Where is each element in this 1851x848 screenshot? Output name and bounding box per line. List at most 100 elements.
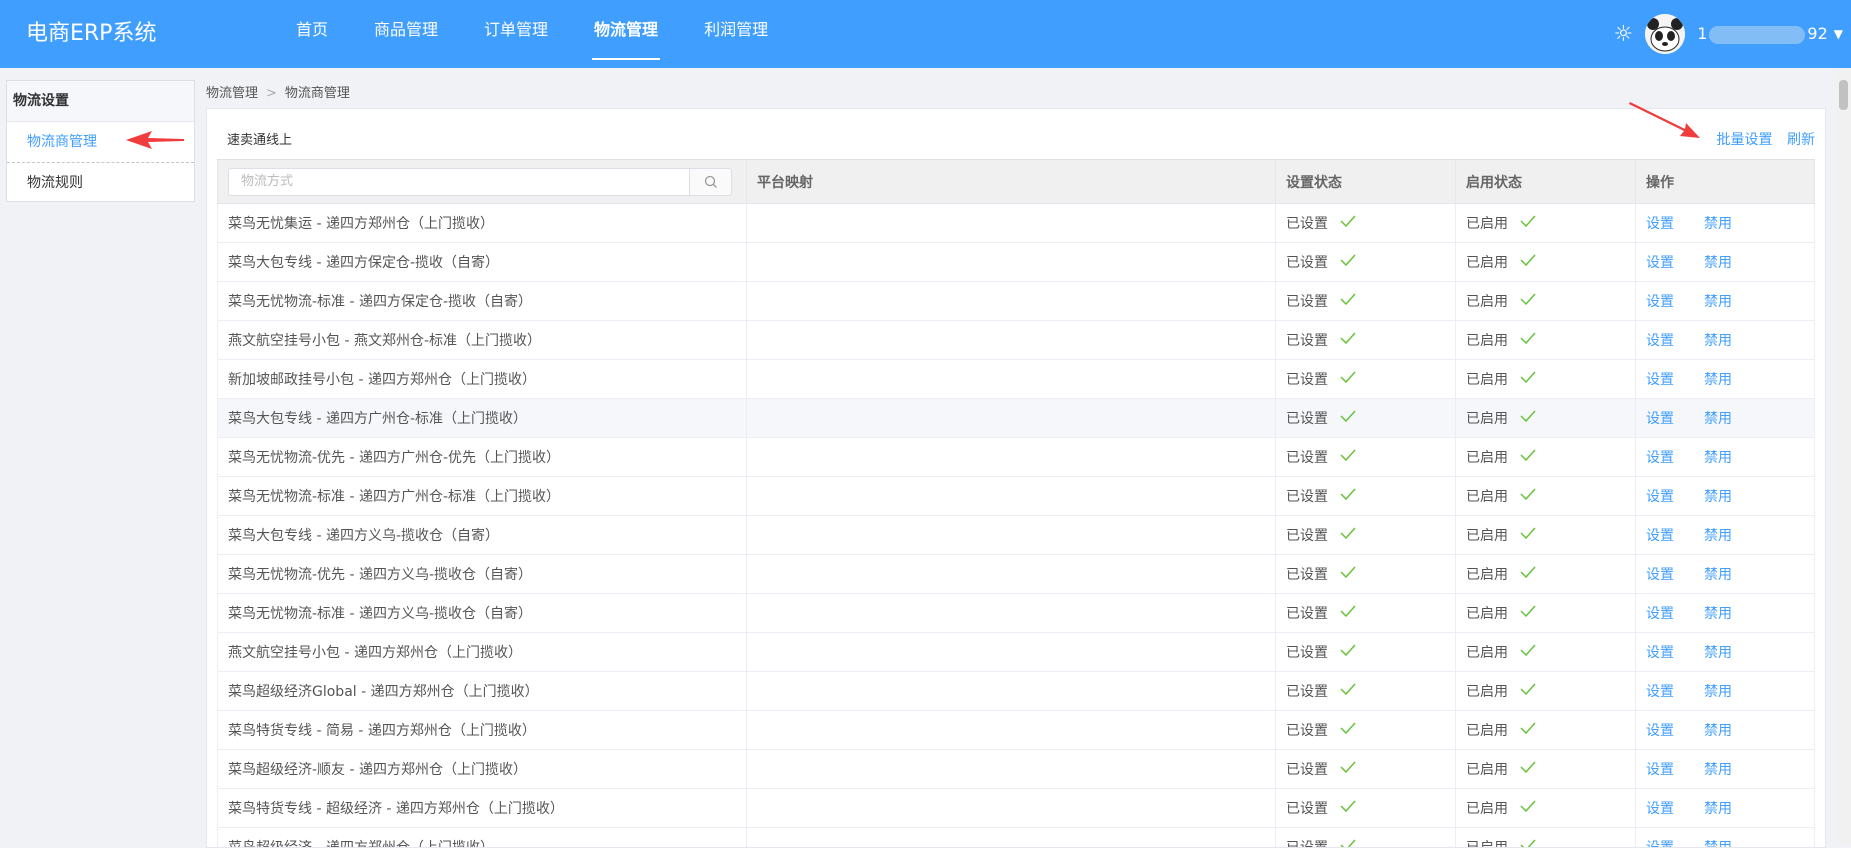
set-button[interactable]: 设置 bbox=[1646, 450, 1674, 466]
disable-button[interactable]: 禁用 bbox=[1704, 723, 1732, 739]
set-button[interactable]: 设置 bbox=[1646, 684, 1674, 700]
page-scrollbar[interactable] bbox=[1836, 68, 1851, 845]
disable-button[interactable]: 禁用 bbox=[1704, 450, 1732, 466]
set-status-cell: 已设置 bbox=[1276, 399, 1456, 438]
avatar[interactable] bbox=[1645, 14, 1685, 54]
disable-button[interactable]: 禁用 bbox=[1704, 645, 1732, 661]
carrier-name: 菜鸟无忧物流-标准 - 递四方保定仓-揽收（自寄） bbox=[228, 294, 532, 310]
platform-mapping-cell bbox=[747, 243, 1276, 282]
caret-down-icon[interactable]: ▼ bbox=[1834, 27, 1843, 41]
disable-button[interactable]: 禁用 bbox=[1704, 567, 1732, 583]
table-row[interactable]: 菜鸟大包专线 - 递四方保定仓-揽收（自寄）已设置已启用设置禁用 bbox=[218, 243, 1815, 282]
table-row[interactable]: 菜鸟无忧物流-优先 - 递四方广州仓-优先（上门揽收）已设置已启用设置禁用 bbox=[218, 438, 1815, 477]
table-row[interactable]: 菜鸟特货专线 - 超级经济 - 递四方郑州仓（上门揽收）已设置已启用设置禁用 bbox=[218, 789, 1815, 828]
disable-button[interactable]: 禁用 bbox=[1704, 333, 1732, 349]
table-row[interactable]: 菜鸟大包专线 - 递四方广州仓-标准（上门揽收）已设置已启用设置禁用 bbox=[218, 399, 1815, 438]
table-row[interactable]: 菜鸟无忧物流-标准 - 递四方广州仓-标准（上门揽收）已设置已启用设置禁用 bbox=[218, 477, 1815, 516]
set-button[interactable]: 设置 bbox=[1646, 333, 1674, 349]
disable-button[interactable]: 禁用 bbox=[1704, 489, 1732, 505]
disable-button[interactable]: 禁用 bbox=[1704, 411, 1732, 427]
disable-button[interactable]: 禁用 bbox=[1704, 294, 1732, 310]
check-icon bbox=[1340, 449, 1356, 465]
carrier-name-cell: 菜鸟无忧物流-标准 - 递四方广州仓-标准（上门揽收） bbox=[218, 477, 747, 516]
set-status-text: 已设置 bbox=[1286, 291, 1328, 311]
table-row[interactable]: 新加坡邮政挂号小包 - 递四方郑州仓（上门揽收）已设置已启用设置禁用 bbox=[218, 360, 1815, 399]
disable-button[interactable]: 禁用 bbox=[1704, 801, 1732, 817]
table-row[interactable]: 菜鸟无忧物流-标准 - 递四方保定仓-揽收（自寄）已设置已启用设置禁用 bbox=[218, 282, 1815, 321]
carrier-name-cell: 菜鸟大包专线 - 递四方广州仓-标准（上门揽收） bbox=[218, 399, 747, 438]
set-status-text: 已设置 bbox=[1286, 642, 1328, 662]
nav-item-profit[interactable]: 利润管理 bbox=[684, 0, 788, 68]
app-logo-title[interactable]: 电商ERP系统 bbox=[26, 18, 156, 50]
set-status-text: 已设置 bbox=[1286, 213, 1328, 233]
logistics-search-input[interactable] bbox=[228, 168, 690, 196]
table-row[interactable]: 菜鸟无忧物流-标准 - 递四方义乌-揽收仓（自寄）已设置已启用设置禁用 bbox=[218, 594, 1815, 633]
table-row[interactable]: 菜鸟大包专线 - 递四方义乌-揽收仓（自寄）已设置已启用设置禁用 bbox=[218, 516, 1815, 555]
table-row[interactable]: 菜鸟无忧物流-优先 - 递四方义乌-揽收仓（自寄）已设置已启用设置禁用 bbox=[218, 555, 1815, 594]
set-button[interactable]: 设置 bbox=[1646, 216, 1674, 232]
enable-status-cell: 已启用 bbox=[1456, 633, 1636, 672]
disable-button[interactable]: 禁用 bbox=[1704, 372, 1732, 388]
set-button[interactable]: 设置 bbox=[1646, 411, 1674, 427]
table-row[interactable]: 菜鸟超级经济Global - 递四方郑州仓（上门揽收）已设置已启用设置禁用 bbox=[218, 672, 1815, 711]
enable-status-cell: 已启用 bbox=[1456, 750, 1636, 789]
top-header: 电商ERP系统 首页 商品管理 订单管理 物流管理 利润管理 ☼ 192 ▼ bbox=[0, 0, 1851, 68]
set-status-text: 已设置 bbox=[1286, 603, 1328, 623]
disable-button[interactable]: 禁用 bbox=[1704, 840, 1732, 848]
scrollbar-thumb[interactable] bbox=[1839, 80, 1848, 110]
sidebar-item-carrier-management[interactable]: 物流商管理 bbox=[7, 122, 194, 163]
disable-button[interactable]: 禁用 bbox=[1704, 606, 1732, 622]
set-button[interactable]: 设置 bbox=[1646, 723, 1674, 739]
breadcrumb: 物流管理>物流商管理 bbox=[206, 82, 350, 101]
disable-button[interactable]: 禁用 bbox=[1704, 255, 1732, 271]
disable-button[interactable]: 禁用 bbox=[1704, 216, 1732, 232]
set-button[interactable]: 设置 bbox=[1646, 255, 1674, 271]
search-icon[interactable] bbox=[690, 168, 732, 196]
carrier-name-cell: 菜鸟无忧物流-优先 - 递四方广州仓-优先（上门揽收） bbox=[218, 438, 747, 477]
set-button[interactable]: 设置 bbox=[1646, 294, 1674, 310]
check-icon bbox=[1520, 488, 1536, 504]
column-header-mapping: 平台映射 bbox=[747, 160, 1276, 204]
table-row[interactable]: 燕文航空挂号小包 - 递四方郑州仓（上门揽收）已设置已启用设置禁用 bbox=[218, 633, 1815, 672]
check-icon bbox=[1520, 722, 1536, 738]
sidebar-item-logistics-rules[interactable]: 物流规则 bbox=[7, 163, 194, 203]
carrier-name-cell: 菜鸟特货专线 - 超级经济 - 递四方郑州仓（上门揽收） bbox=[218, 789, 747, 828]
table-row[interactable]: 菜鸟超级经济-顺友 - 递四方郑州仓（上门揽收）已设置已启用设置禁用 bbox=[218, 750, 1815, 789]
logistics-table: 平台映射 设置状态 启用状态 操作 菜鸟无忧集运 - 递四方郑州仓（上门揽收）已… bbox=[217, 159, 1815, 848]
carrier-name: 菜鸟无忧物流-优先 - 递四方义乌-揽收仓（自寄） bbox=[228, 567, 532, 583]
search-box bbox=[228, 168, 736, 196]
refresh-button[interactable]: 刷新 bbox=[1787, 132, 1815, 148]
disable-button[interactable]: 禁用 bbox=[1704, 762, 1732, 778]
set-button[interactable]: 设置 bbox=[1646, 372, 1674, 388]
set-button[interactable]: 设置 bbox=[1646, 840, 1674, 848]
column-header-set-status: 设置状态 bbox=[1276, 160, 1456, 204]
set-button[interactable]: 设置 bbox=[1646, 528, 1674, 544]
nav-item-logistics[interactable]: 物流管理 bbox=[574, 0, 678, 68]
nav-item-orders[interactable]: 订单管理 bbox=[464, 0, 568, 68]
table-row[interactable]: 菜鸟无忧集运 - 递四方郑州仓（上门揽收）已设置已启用设置禁用 bbox=[218, 204, 1815, 243]
set-button[interactable]: 设置 bbox=[1646, 801, 1674, 817]
batch-settings-button[interactable]: 批量设置 bbox=[1717, 132, 1773, 148]
platform-mapping-cell bbox=[747, 438, 1276, 477]
check-icon bbox=[1520, 215, 1536, 231]
set-button[interactable]: 设置 bbox=[1646, 606, 1674, 622]
carrier-name-cell: 菜鸟无忧物流-标准 - 递四方保定仓-揽收（自寄） bbox=[218, 282, 747, 321]
disable-button[interactable]: 禁用 bbox=[1704, 528, 1732, 544]
set-button[interactable]: 设置 bbox=[1646, 489, 1674, 505]
sun-icon[interactable]: ☼ bbox=[1613, 22, 1633, 47]
set-button[interactable]: 设置 bbox=[1646, 645, 1674, 661]
table-row[interactable]: 燕文航空挂号小包 - 燕文郑州仓-标准（上门揽收）已设置已启用设置禁用 bbox=[218, 321, 1815, 360]
disable-button[interactable]: 禁用 bbox=[1704, 684, 1732, 700]
carrier-name-cell: 燕文航空挂号小包 - 燕文郑州仓-标准（上门揽收） bbox=[218, 321, 747, 360]
set-status-cell: 已设置 bbox=[1276, 516, 1456, 555]
nav-item-home[interactable]: 首页 bbox=[276, 0, 348, 68]
nav-item-products[interactable]: 商品管理 bbox=[354, 0, 458, 68]
set-status-cell: 已设置 bbox=[1276, 789, 1456, 828]
username[interactable]: 192 bbox=[1697, 24, 1828, 44]
breadcrumb-item-logistics[interactable]: 物流管理 bbox=[206, 86, 258, 101]
platform-mapping-cell bbox=[747, 555, 1276, 594]
table-row[interactable]: 菜鸟特货专线 - 简易 - 递四方郑州仓（上门揽收）已设置已启用设置禁用 bbox=[218, 711, 1815, 750]
set-button[interactable]: 设置 bbox=[1646, 762, 1674, 778]
username-prefix: 1 bbox=[1697, 24, 1707, 43]
set-button[interactable]: 设置 bbox=[1646, 567, 1674, 583]
